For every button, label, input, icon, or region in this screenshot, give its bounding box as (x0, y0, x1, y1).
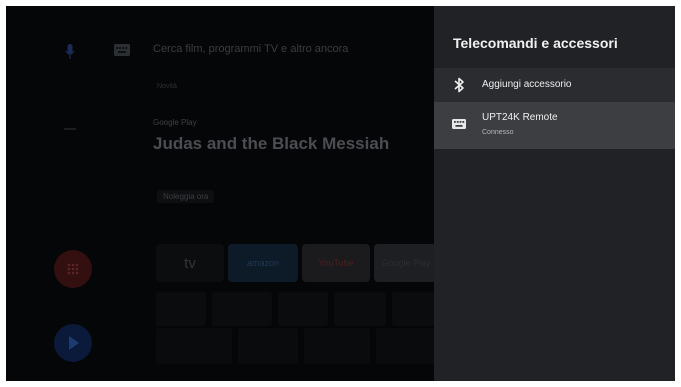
keyboard-icon (452, 119, 466, 129)
content-tile[interactable] (238, 328, 298, 364)
app-tile-youtube[interactable]: YouTube (302, 244, 370, 282)
remote-item-upt24k[interactable]: UPT24K Remote Connesso (434, 102, 675, 149)
content-tile[interactable] (156, 328, 232, 364)
remotes-accessories-panel: Telecomandi e accessori Aggiungi accesso… (434, 6, 675, 381)
content-tile[interactable] (278, 292, 328, 326)
rent-now-button[interactable]: Noleggia ora (157, 190, 215, 203)
play-store-icon[interactable] (54, 324, 92, 362)
keyboard-icon[interactable] (114, 44, 130, 56)
content-tile[interactable] (304, 328, 370, 364)
app-tile-amazon[interactable]: amazon (228, 244, 298, 282)
bluetooth-icon (454, 77, 464, 93)
panel-title: Telecomandi e accessori (453, 35, 618, 51)
content-tile[interactable] (212, 292, 272, 326)
remote-name: UPT24K Remote (482, 112, 558, 123)
home-screen-dimmed: Cerca film, programmi TV e altro ancora … (6, 6, 434, 381)
content-tile[interactable] (334, 292, 386, 326)
content-tile[interactable] (376, 328, 434, 364)
app-tile-google-play[interactable]: Google Play (374, 244, 434, 282)
featured-source: Google Play (153, 118, 197, 127)
add-accessory-item[interactable]: Aggiungi accessorio (434, 68, 675, 102)
content-tile[interactable] (156, 292, 206, 326)
app-tile-tv[interactable]: tv (156, 244, 224, 282)
content-tile[interactable] (392, 292, 434, 326)
microphone-icon[interactable] (65, 44, 75, 60)
divider (64, 128, 76, 130)
apps-grid-icon[interactable] (54, 250, 92, 288)
search-input[interactable]: Cerca film, programmi TV e altro ancora (153, 43, 348, 55)
remote-status: Connesso (482, 129, 514, 136)
featured-title: Judas and the Black Messiah (153, 134, 390, 153)
add-accessory-label: Aggiungi accessorio (482, 79, 572, 90)
row-label: Novità (157, 83, 177, 90)
tv-screen: Cerca film, programmi TV e altro ancora … (6, 6, 675, 381)
